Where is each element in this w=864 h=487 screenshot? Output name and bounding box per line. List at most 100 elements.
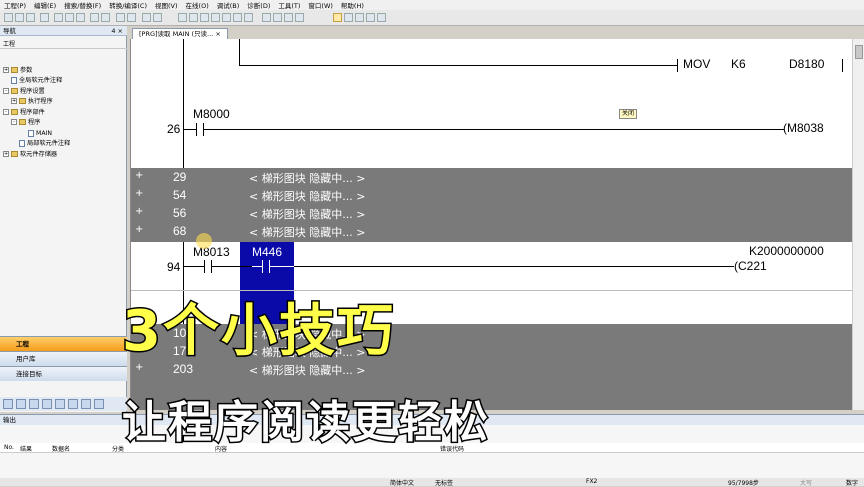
read-mode-icon[interactable] bbox=[262, 13, 271, 22]
expand-icon[interactable]: + bbox=[135, 170, 143, 181]
expand-icon[interactable]: + bbox=[3, 151, 9, 157]
menu-tools[interactable]: 工具(T) bbox=[278, 0, 300, 10]
tree-item-program-parts[interactable]: - 程序部件 bbox=[3, 108, 45, 117]
note-icon[interactable] bbox=[355, 13, 364, 22]
menu-diagnostics[interactable]: 诊断(D) bbox=[247, 0, 270, 10]
instruction-icon[interactable] bbox=[222, 13, 231, 22]
write-mode-icon[interactable] bbox=[273, 13, 282, 22]
step-number: 26 bbox=[167, 122, 181, 136]
nav-button-connection[interactable]: 连接目标 bbox=[0, 366, 127, 381]
column-header[interactable]: 结果 bbox=[20, 444, 32, 453]
navigation-pane: 导航 4 × 工程 + 参数 全局软元件注释 - 程序设置 + 执行程序 - 程序部件 … bbox=[0, 26, 127, 412]
monitor-icon[interactable] bbox=[284, 13, 293, 22]
hidden-block-row[interactable]: + 56 < 梯形图块 隐藏中... > bbox=[131, 206, 852, 224]
hidden-block-row[interactable]: + 68 < 梯形图块 隐藏中... > bbox=[131, 224, 852, 242]
tab-main-program[interactable]: [PRG]读取 MAIN (只读... × bbox=[132, 28, 228, 39]
watch-view-icon[interactable] bbox=[81, 399, 91, 409]
coil-label[interactable]: (M8038 bbox=[783, 121, 824, 135]
coil-label[interactable]: (C221 bbox=[734, 259, 767, 273]
menu-project[interactable]: 工程(P) bbox=[4, 0, 26, 10]
expand-icon[interactable]: + bbox=[11, 98, 17, 104]
expand-icon[interactable]: + bbox=[135, 206, 143, 217]
contact-label[interactable]: M8000 bbox=[193, 107, 230, 121]
library-view-icon[interactable] bbox=[16, 399, 26, 409]
menu-edit[interactable]: 编辑(E) bbox=[34, 0, 56, 10]
nav-button-project[interactable]: 工程 bbox=[0, 336, 127, 351]
comment-display-icon[interactable] bbox=[333, 13, 342, 22]
replace-icon[interactable] bbox=[127, 13, 136, 22]
tree-item-local-comment[interactable]: 局部软元件注释 bbox=[19, 139, 70, 148]
tree-item-exec-program[interactable]: + 执行程序 bbox=[11, 97, 53, 106]
parallel-icon[interactable] bbox=[200, 13, 209, 22]
expand-icon[interactable]: + bbox=[3, 67, 9, 73]
expand-icon[interactable]: + bbox=[135, 224, 143, 235]
menu-convert[interactable]: 转换/编译(C) bbox=[109, 0, 147, 10]
close-icon[interactable]: × bbox=[215, 30, 220, 38]
save-icon[interactable] bbox=[26, 13, 35, 22]
column-header[interactable]: No. bbox=[4, 444, 14, 451]
vline-icon[interactable] bbox=[244, 13, 253, 22]
tree-item-program-settings[interactable]: - 程序设置 bbox=[3, 87, 45, 96]
tree-item-device-memory[interactable]: + 软元件存储器 bbox=[3, 150, 57, 159]
copy-icon[interactable] bbox=[65, 13, 74, 22]
contact-label[interactable]: M446 bbox=[252, 245, 282, 259]
compile-icon[interactable] bbox=[142, 13, 151, 22]
vertical-scrollbar[interactable] bbox=[852, 39, 864, 410]
settings-icon[interactable] bbox=[377, 13, 386, 22]
tab-bar: [PRG]读取 MAIN (只读... × bbox=[128, 26, 864, 39]
find-icon[interactable] bbox=[116, 13, 125, 22]
new-icon[interactable] bbox=[4, 13, 13, 22]
menu-search[interactable]: 搜索/替换(F) bbox=[64, 0, 101, 10]
mov-instruction[interactable]: MOV bbox=[683, 57, 710, 71]
list-view-icon[interactable] bbox=[68, 399, 78, 409]
nav-title-label: 导航 bbox=[3, 27, 16, 35]
menu-online[interactable]: 在线(O) bbox=[186, 0, 209, 10]
instruction-bracket-right bbox=[842, 59, 843, 72]
contact-no-icon[interactable] bbox=[178, 13, 187, 22]
more-view-icon[interactable] bbox=[94, 399, 104, 409]
hidden-block-row[interactable]: + 54 < 梯形图块 隐藏中... > bbox=[131, 188, 852, 206]
tree-item-parameter[interactable]: + 参数 bbox=[3, 66, 32, 75]
project-view-icon[interactable] bbox=[3, 399, 13, 409]
cut-icon[interactable] bbox=[54, 13, 63, 22]
nav-button-library[interactable]: 用户库 bbox=[0, 351, 127, 366]
hline-icon[interactable] bbox=[233, 13, 242, 22]
counter-setvalue[interactable]: K2000000000 bbox=[749, 244, 824, 258]
open-icon[interactable] bbox=[15, 13, 24, 22]
hidden-block-row[interactable]: + 29 < 梯形图块 隐藏中... > bbox=[131, 170, 852, 188]
paste-icon[interactable] bbox=[76, 13, 85, 22]
connection-view-icon[interactable] bbox=[29, 399, 39, 409]
mov-destination[interactable]: D8180 bbox=[789, 57, 824, 71]
collapse-icon[interactable]: - bbox=[11, 119, 17, 125]
step-number: 29 bbox=[173, 170, 187, 184]
menu-view[interactable]: 视图(V) bbox=[155, 0, 178, 10]
redo-icon[interactable] bbox=[101, 13, 110, 22]
tree-item-global-comment[interactable]: 全局软元件注释 bbox=[11, 76, 62, 85]
print-icon[interactable] bbox=[40, 13, 49, 22]
expand-icon[interactable]: + bbox=[135, 188, 143, 199]
contact-nc-icon[interactable] bbox=[189, 13, 198, 22]
column-header[interactable]: 数据名 bbox=[52, 444, 70, 453]
tree-item-program[interactable]: - 程序 bbox=[11, 118, 40, 127]
contact-bar-left bbox=[196, 123, 197, 136]
step-number: 68 bbox=[173, 224, 187, 238]
collapse-icon[interactable]: - bbox=[3, 109, 9, 115]
mov-source[interactable]: K6 bbox=[731, 57, 746, 71]
monitor-write-icon[interactable] bbox=[295, 13, 304, 22]
tree-item-main[interactable]: MAIN bbox=[28, 129, 52, 138]
menu-debug[interactable]: 调试(B) bbox=[217, 0, 240, 10]
scrollbar-thumb[interactable] bbox=[855, 45, 863, 59]
pin-close-icon[interactable]: 4 × bbox=[111, 26, 123, 36]
branch-line bbox=[239, 39, 240, 65]
collapse-icon[interactable]: - bbox=[3, 88, 9, 94]
coil-icon[interactable] bbox=[211, 13, 220, 22]
undo-icon[interactable] bbox=[90, 13, 99, 22]
device-view-icon[interactable] bbox=[42, 399, 52, 409]
search-view-icon[interactable] bbox=[55, 399, 65, 409]
convert-icon[interactable] bbox=[153, 13, 162, 22]
menu-help[interactable]: 帮助(H) bbox=[341, 0, 364, 10]
folder-icon bbox=[11, 151, 18, 157]
statement-icon[interactable] bbox=[344, 13, 353, 22]
menu-window[interactable]: 窗口(W) bbox=[308, 0, 333, 10]
zoom-icon[interactable] bbox=[366, 13, 375, 22]
